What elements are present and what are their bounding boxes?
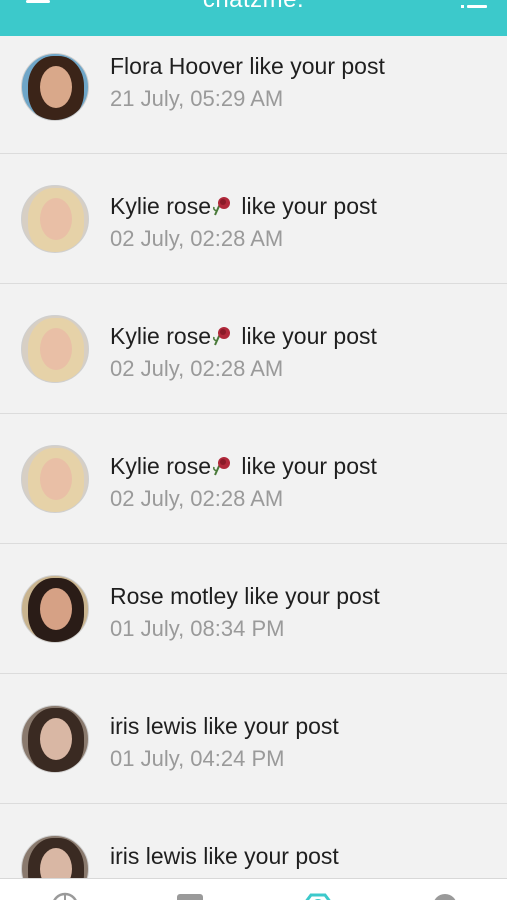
filter-list-icon[interactable] — [461, 0, 487, 8]
rose-emoji-icon — [211, 195, 233, 217]
notification-action: like your post — [203, 713, 339, 739]
bottom-nav — [0, 878, 507, 900]
notification-action: like your post — [203, 843, 339, 869]
avatar[interactable] — [21, 444, 89, 513]
user-name[interactable]: iris lewis — [110, 843, 197, 869]
avatar[interactable] — [21, 184, 89, 253]
avatar[interactable] — [21, 52, 89, 121]
notification-message: Kylie rose like your post — [110, 452, 377, 480]
notification-action: like your post — [241, 193, 377, 219]
avatar[interactable] — [21, 314, 89, 383]
user-name[interactable]: Kylie rose — [110, 453, 211, 479]
user-name[interactable]: Kylie rose — [110, 193, 211, 219]
user-name[interactable]: Kylie rose — [110, 323, 211, 349]
notification-action: like your post — [241, 323, 377, 349]
profile-icon[interactable] — [430, 891, 460, 900]
notification-item[interactable]: Rose motley like your post 01 July, 08:34… — [0, 544, 507, 674]
notification-time: 21 July, 05:29 AM — [110, 86, 284, 111]
avatar[interactable] — [21, 574, 89, 643]
notification-message: Kylie rose like your post — [110, 322, 377, 350]
notifications-icon[interactable] — [301, 891, 331, 900]
notification-item[interactable]: Kylie rose like your post 02 July, 02:28 … — [0, 414, 507, 544]
avatar[interactable] — [21, 704, 89, 773]
notification-message: Flora Hoover like your post — [110, 52, 385, 80]
globe-icon[interactable] — [50, 891, 80, 900]
notification-item[interactable]: Kylie rose like your post 02 July, 02:28 … — [0, 284, 507, 414]
notification-time: 01 July, 04:24 PM — [110, 746, 285, 771]
user-name[interactable]: iris lewis — [110, 713, 197, 739]
notification-time: 01 July, 08:34 PM — [110, 616, 285, 641]
user-name[interactable]: Rose motley — [110, 583, 238, 609]
notification-message: iris lewis like your post — [110, 712, 339, 740]
notification-list: Flora Hoover like your post 21 July, 05:2… — [0, 36, 507, 900]
rose-emoji-icon — [211, 325, 233, 347]
user-name[interactable]: Flora Hoover — [110, 53, 243, 79]
app-title: chatzme. — [0, 0, 507, 14]
notification-message: Rose motley like your post — [110, 582, 380, 610]
notification-time: 02 July, 02:28 AM — [110, 486, 284, 511]
notification-time: 02 July, 02:28 AM — [110, 356, 284, 381]
notification-action: like your post — [244, 583, 380, 609]
notification-item[interactable]: Flora Hoover like your post 21 July, 05:2… — [0, 36, 507, 154]
notification-time: 02 July, 02:28 AM — [110, 226, 284, 251]
notification-message: iris lewis like your post — [110, 842, 339, 870]
app-header: chatzme. — [0, 0, 507, 36]
notification-action: like your post — [249, 53, 385, 79]
chat-icon[interactable] — [175, 891, 205, 900]
notification-message: Kylie rose like your post — [110, 192, 377, 220]
notification-item[interactable]: iris lewis like your post 01 July, 04:24 … — [0, 674, 507, 804]
notification-item[interactable]: Kylie rose like your post 02 July, 02:28 … — [0, 154, 507, 284]
rose-emoji-icon — [211, 455, 233, 477]
notification-action: like your post — [241, 453, 377, 479]
